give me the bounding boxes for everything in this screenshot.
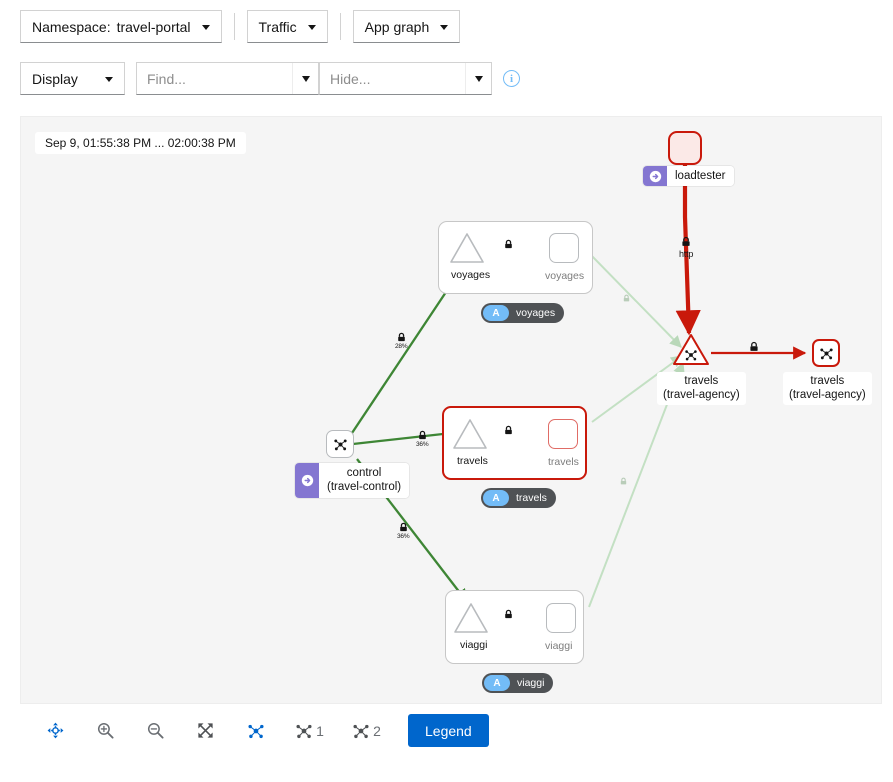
node-travels-workload[interactable]: [548, 419, 578, 449]
node-label-loadtester-text: loadtester: [667, 166, 734, 186]
node-loadtester[interactable]: [668, 131, 702, 165]
node-label-voyages-workload: voyages: [539, 268, 590, 285]
node-label-line1: travels: [789, 374, 866, 388]
edge-loadtester-to-travels: [685, 165, 689, 333]
hide-input[interactable]: [320, 63, 465, 94]
node-travels-service-danger[interactable]: [671, 332, 709, 366]
group-badge-label: travels: [516, 492, 547, 504]
group-badge-viaggi[interactable]: A viaggi: [482, 673, 553, 693]
namespace-value: travel-portal: [117, 19, 191, 35]
traffic-selector[interactable]: Traffic: [247, 10, 328, 43]
graph-canvas[interactable]: Sep 9, 01:55:38 PM ... 02:00:38 PM: [20, 116, 882, 704]
traffic-label: Traffic: [259, 19, 297, 35]
node-label-line1: travels: [663, 374, 740, 388]
node-label-control-text: control (travel-control): [319, 463, 409, 498]
group-badge-letter: A: [483, 305, 509, 321]
chevron-down-icon: [105, 77, 113, 82]
graph-tools-bar: 1 2 Legend: [32, 714, 489, 747]
info-icon[interactable]: i: [503, 70, 520, 87]
graph-nodes-icon: [332, 436, 349, 453]
graph-nodes-icon: [246, 721, 266, 741]
node-viaggi-service[interactable]: [452, 601, 490, 635]
node-label-travels-service-danger: travels (travel-agency): [657, 372, 746, 405]
node-travels-service[interactable]: [451, 417, 489, 451]
legend-button[interactable]: Legend: [408, 714, 489, 747]
toolbar-divider-2: [340, 13, 341, 40]
group-badge-letter: A: [483, 490, 509, 506]
display-menu-button[interactable]: Display: [20, 62, 125, 95]
pan-drag-button[interactable]: [32, 714, 79, 747]
chevron-down-icon: [440, 25, 448, 30]
magnifier-plus-icon: [96, 721, 115, 740]
node-label-travels-workload: travels: [542, 454, 585, 471]
node-label-loadtester[interactable]: loadtester: [643, 166, 734, 186]
layout-1-button[interactable]: 1: [282, 714, 336, 747]
zoom-in-button[interactable]: [82, 714, 129, 747]
find-input[interactable]: [137, 63, 292, 94]
chevron-down-icon: [308, 25, 316, 30]
fit-to-screen-button[interactable]: [182, 714, 229, 747]
node-label-viaggi-service: viaggi: [454, 637, 493, 654]
node-voyages-workload[interactable]: [549, 233, 579, 263]
chevron-down-icon: [202, 25, 210, 30]
group-badge-label: voyages: [516, 307, 555, 319]
layout-2-button[interactable]: 2: [339, 714, 393, 747]
secondary-toolbar: Display i: [0, 62, 520, 95]
layout-2-count: 2: [373, 723, 381, 739]
find-typeahead[interactable]: [136, 62, 319, 95]
node-label-line2: (travel-agency): [789, 388, 866, 402]
kiali-graph-page: Namespace: travel-portal Traffic App gra…: [0, 0, 893, 782]
node-viaggi-workload[interactable]: [546, 603, 576, 633]
layout-1-count: 1: [316, 723, 324, 739]
hide-dropdown-toggle[interactable]: [465, 63, 491, 94]
node-label-viaggi-workload: viaggi: [539, 638, 578, 655]
graph-nodes-icon: [818, 345, 835, 362]
reset-layout-button[interactable]: [232, 714, 279, 747]
zoom-out-button[interactable]: [132, 714, 179, 747]
expand-arrows-icon: [196, 721, 215, 740]
primary-toolbar: Namespace: travel-portal Traffic App gra…: [0, 10, 460, 43]
group-badge-travels[interactable]: A travels: [481, 488, 556, 508]
find-dropdown-toggle[interactable]: [292, 63, 318, 94]
graph-timestamp: Sep 9, 01:55:38 PM ... 02:00:38 PM: [35, 132, 246, 154]
edge-voyages-to-travels-service: [589, 253, 681, 347]
magnifier-minus-icon: [146, 721, 165, 740]
display-label: Display: [32, 71, 78, 87]
node-label-line1: control: [327, 466, 401, 480]
toolbar-divider-1: [234, 13, 235, 40]
graph-type-selector[interactable]: App graph: [353, 10, 461, 43]
group-badge-letter: A: [484, 675, 510, 691]
arrow-right-circle-icon: [643, 166, 667, 186]
node-control[interactable]: [326, 430, 354, 458]
node-travels-app[interactable]: [812, 339, 840, 367]
node-label-travels-app: travels (travel-agency): [783, 372, 872, 405]
node-label-line2: (travel-agency): [663, 388, 740, 402]
namespace-selector[interactable]: Namespace: travel-portal: [20, 10, 222, 43]
graph-nodes-icon: [294, 721, 314, 741]
node-label-voyages-service: voyages: [445, 267, 496, 284]
node-voyages-service[interactable]: [448, 231, 486, 265]
hide-typeahead[interactable]: [319, 62, 492, 95]
chevron-down-icon: [475, 76, 483, 82]
node-label-travels-service: travels: [451, 453, 494, 470]
move-arrows-icon: [46, 721, 65, 740]
group-badge-voyages[interactable]: A voyages: [481, 303, 564, 323]
namespace-label: Namespace:: [32, 19, 111, 35]
graph-type-label: App graph: [365, 19, 430, 35]
group-badge-label: viaggi: [517, 677, 544, 689]
graph-nodes-icon: [351, 721, 371, 741]
node-label-line2: (travel-control): [327, 480, 401, 494]
arrow-right-circle-icon: [295, 463, 319, 498]
chevron-down-icon: [302, 76, 310, 82]
node-label-control[interactable]: control (travel-control): [295, 463, 409, 498]
